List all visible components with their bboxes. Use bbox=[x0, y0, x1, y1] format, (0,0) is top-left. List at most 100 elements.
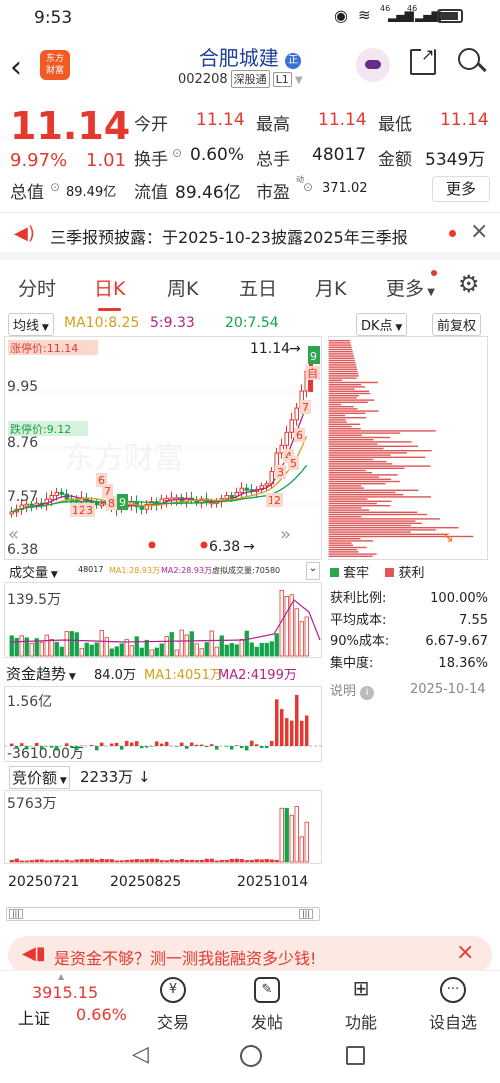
system-recents-icon[interactable] bbox=[346, 1046, 365, 1065]
limit-down-label: 跌停价:9.12 bbox=[10, 422, 71, 436]
auction-bar bbox=[269, 859, 274, 863]
volume-bar bbox=[49, 639, 54, 657]
funds-bar bbox=[270, 741, 274, 746]
volume-bar bbox=[199, 648, 204, 657]
promo-banner[interactable]: ◀▮ 是资金不够？测一测我能融资多少钱! × bbox=[8, 936, 492, 974]
auction-chart: 5763万 bbox=[4, 790, 322, 864]
y-tick-2: 8.76 bbox=[7, 435, 38, 451]
more-button[interactable]: 更多 bbox=[432, 176, 490, 202]
scroll-left-icon[interactable]: « bbox=[8, 524, 19, 545]
chip-bar bbox=[329, 370, 358, 373]
nav-post[interactable]: ✎ 发帖 bbox=[232, 977, 302, 1033]
auction-bar bbox=[39, 859, 44, 863]
chip-bar bbox=[329, 406, 354, 408]
chip-bar bbox=[329, 458, 374, 461]
banner-text: 是资金不够？测一测我能融资多少钱! bbox=[54, 949, 317, 968]
nav-function[interactable]: ⊞ 功能 bbox=[326, 977, 396, 1033]
adjust-selector[interactable]: 前复权 bbox=[432, 313, 482, 336]
chip-bar bbox=[329, 362, 356, 364]
stock-title: 合肥城建 正 bbox=[175, 42, 325, 71]
funds-bar bbox=[285, 718, 289, 746]
svg-text:6: 6 bbox=[296, 429, 303, 442]
volume-bar bbox=[154, 647, 159, 657]
funds-bar bbox=[40, 746, 44, 750]
share-icon[interactable]: ↗ bbox=[410, 45, 436, 75]
chart-scrollbar[interactable]: ||| ||| bbox=[6, 907, 320, 921]
svg-text:9: 9 bbox=[119, 496, 126, 509]
stock-code[interactable]: 002208 深股通 L1 ▼ bbox=[178, 70, 303, 88]
turnover-label: 换手 bbox=[134, 150, 168, 170]
chip-note[interactable]: 说明 i bbox=[330, 680, 375, 700]
notice-bar[interactable]: ◀) 三季报预披露：于2025-10-23披露2025年三季报 × bbox=[0, 212, 500, 260]
chip-bar bbox=[329, 417, 367, 419]
chip-bar bbox=[329, 428, 361, 430]
scroll-right-icon[interactable]: » bbox=[280, 524, 291, 545]
auction-bar bbox=[104, 859, 109, 863]
tab-intraday[interactable]: 分时 bbox=[18, 274, 56, 301]
avatar[interactable] bbox=[356, 48, 390, 82]
scroll-handle-right[interactable]: ||| bbox=[299, 909, 313, 919]
caret-up-icon: ▲ bbox=[58, 972, 65, 981]
date-start: 20250721 bbox=[8, 874, 80, 890]
info-icon[interactable]: ⊙ bbox=[50, 180, 60, 194]
chip-bar bbox=[329, 505, 391, 507]
auction-bar bbox=[284, 807, 289, 863]
grid-icon: ⊞ bbox=[352, 976, 370, 1000]
kline-chart[interactable]: 东方财富 1 2 3 6 7 8 9 1 2 3 4 5 6 7 9 自 涨停价… bbox=[4, 336, 322, 560]
search-icon[interactable] bbox=[458, 48, 487, 73]
app-logo: 东方 财富 bbox=[40, 50, 70, 80]
chip-bar bbox=[329, 439, 374, 441]
funds-selector[interactable]: 资金趋势 ▼ bbox=[6, 663, 76, 684]
volume-selector[interactable]: 成交量 ▼ bbox=[6, 562, 61, 581]
funds-bar bbox=[175, 746, 179, 747]
nav-set-favorite[interactable]: ··· 设自选 bbox=[418, 977, 488, 1033]
svg-text:↘: ↘ bbox=[442, 530, 454, 546]
chevron-down-icon[interactable]: ⌄ bbox=[306, 562, 320, 580]
status-time: 9:53 bbox=[34, 8, 73, 28]
auction-bar bbox=[259, 859, 264, 863]
funds-bar bbox=[15, 746, 19, 749]
funds-bar bbox=[95, 746, 99, 751]
chip-bar bbox=[329, 465, 431, 467]
index-value[interactable]: 3915.15 bbox=[32, 983, 98, 1002]
volume-bar bbox=[209, 630, 214, 657]
index-name[interactable]: 上证 bbox=[18, 1005, 50, 1029]
auction-selector[interactable]: 竞价额 ▼ bbox=[9, 766, 70, 789]
volume-bar bbox=[294, 608, 299, 657]
chip-bar bbox=[329, 551, 359, 553]
auction-bar bbox=[69, 860, 74, 863]
auction-bar bbox=[154, 858, 159, 863]
info-icon[interactable]: ⊙ bbox=[172, 146, 182, 160]
scroll-handle-left[interactable]: ||| bbox=[9, 909, 23, 919]
auction-value: 2233万 ↓ bbox=[80, 768, 151, 786]
back-icon[interactable]: ‹ bbox=[10, 50, 22, 85]
funds-bar bbox=[250, 740, 254, 746]
close-icon[interactable]: × bbox=[456, 940, 474, 965]
float-value: 89.46亿 bbox=[175, 183, 241, 203]
chip-bar bbox=[329, 516, 362, 518]
system-home-icon[interactable] bbox=[240, 1045, 262, 1067]
funds-bar bbox=[155, 741, 159, 746]
tab-monthly[interactable]: 月K bbox=[315, 274, 346, 301]
chip-bar bbox=[329, 419, 346, 421]
auction-bar bbox=[194, 860, 199, 863]
volume-bar bbox=[194, 643, 199, 657]
chip-bar bbox=[329, 496, 432, 498]
info-icon[interactable]: ⊙ bbox=[303, 180, 313, 194]
tab-daily[interactable]: 日K bbox=[94, 274, 125, 311]
close-icon[interactable]: × bbox=[470, 219, 488, 244]
tab-fiveday[interactable]: 五日 bbox=[239, 274, 277, 301]
gear-icon[interactable]: ⚙ bbox=[458, 270, 480, 298]
dk-selector[interactable]: DK点 ▼ bbox=[356, 313, 408, 336]
funds-bar bbox=[185, 746, 189, 749]
ma-selector[interactable]: 均线 ▼ bbox=[8, 313, 54, 336]
chip-bar bbox=[329, 377, 357, 379]
candle bbox=[49, 494, 54, 500]
chip-bar bbox=[329, 432, 401, 434]
nav-trade[interactable]: ¥ 交易 bbox=[138, 977, 208, 1033]
system-back-icon[interactable]: ◁ bbox=[132, 1042, 149, 1067]
tab-weekly[interactable]: 周K bbox=[167, 274, 198, 301]
funds-bar bbox=[275, 699, 279, 746]
tab-more[interactable]: 更多 ▼ bbox=[386, 274, 435, 301]
chip-bar bbox=[329, 359, 355, 362]
